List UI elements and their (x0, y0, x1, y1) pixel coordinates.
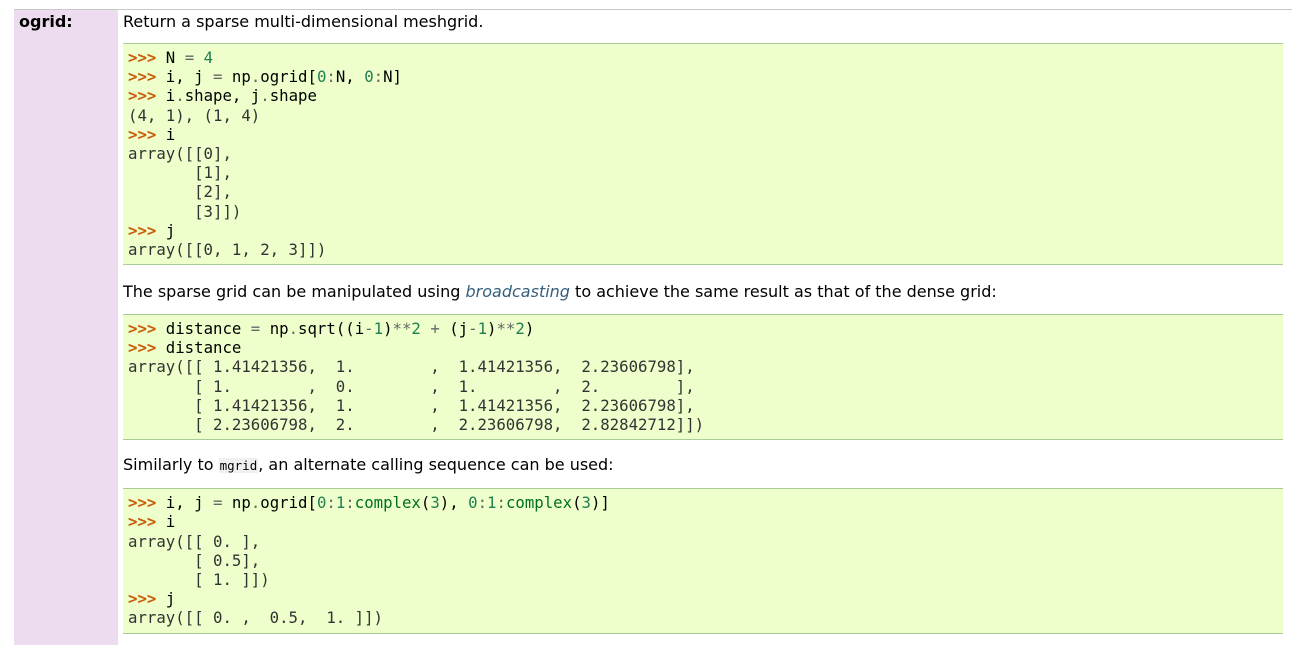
paragraph-text-after: to achieve the same result as that of th… (569, 282, 997, 302)
prompt-marker: >>> (128, 338, 157, 358)
field-name: ogrid: (19, 12, 73, 31)
field-body: Return a sparse multi-dimensional meshgr… (123, 10, 1283, 634)
code-line: [ 1. , 0. , 1. , 2. ], (128, 376, 695, 396)
prompt-marker: >>> (128, 319, 157, 339)
prompt-marker: >>> (128, 48, 157, 67)
prompt-marker: >>> (128, 67, 157, 87)
code-line: >>> j (128, 589, 176, 609)
code-example-ogrid-basic: >>> N = 4 >>> i, j = np.ogrid[0:N, 0:N] >>… (123, 43, 1283, 266)
code-example-complex-step: >>> i, j = np.ogrid[0:1:complex(3), 0:1:… (123, 488, 1283, 634)
field-name-cell: ogrid: (14, 10, 118, 645)
prompt-marker: >>> (128, 589, 157, 609)
paragraph-text-before: Similarly to (123, 455, 219, 475)
code-line: [ 2.23606798, 2. , 2.23606798, 2.8284271… (128, 415, 705, 434)
code-line: [ 0.5], (128, 550, 261, 570)
code-line: >>> i.shape, j.shape (128, 86, 317, 106)
code-line: >>> i, j = np.ogrid[0:N, 0:N] (128, 67, 402, 87)
code-line: [2], (128, 182, 232, 202)
code-line: [1], (128, 163, 232, 183)
mgrid-inline-code: mgrid (218, 458, 259, 474)
prompt-marker: >>> (128, 220, 157, 240)
prompt-marker: >>> (128, 86, 157, 106)
code-line: array([[0, 1, 2, 3]]) (128, 239, 327, 259)
code-line: >>> i, j = np.ogrid[0:1:complex(3), 0:1:… (128, 493, 610, 513)
code-line: >>> j (128, 220, 176, 240)
code-line: array([[ 1.41421356, 1. , 1.41421356, 2.… (128, 357, 695, 377)
prompt-marker: >>> (128, 512, 157, 532)
paragraph-text-after: , an alternate calling sequence can be u… (258, 455, 614, 475)
mgrid-paragraph: Similarly to mgrid, an alternate calling… (123, 454, 1283, 477)
code-line: >>> distance = np.sqrt((i-1)**2 + (j-1)*… (128, 319, 535, 339)
code-line: [3]]) (128, 201, 242, 221)
paragraph-text-before: The sparse grid can be manipulated using (123, 282, 466, 302)
code-line: >>> i (128, 512, 176, 532)
code-line: >>> N = 4 (128, 48, 214, 67)
code-line: [ 1. ]]) (128, 569, 270, 589)
prompt-marker: >>> (128, 493, 157, 513)
broadcasting-link[interactable]: broadcasting (466, 282, 570, 301)
code-line: array([[0], (128, 143, 232, 163)
code-line: array([[ 0. ], (128, 531, 261, 551)
code-line: >>> i (128, 124, 176, 144)
field-summary: Return a sparse multi-dimensional meshgr… (123, 12, 484, 31)
code-line: array([[ 0. , 0.5, 1. ]]) (128, 608, 384, 628)
code-example-distance: >>> distance = np.sqrt((i-1)**2 + (j-1)*… (123, 314, 1283, 441)
code-line: (4, 1), (1, 4) (128, 105, 261, 125)
broadcasting-paragraph: The sparse grid can be manipulated using… (123, 281, 1283, 303)
prompt-marker: >>> (128, 124, 157, 144)
code-line: [ 1.41421356, 1. , 1.41421356, 2.2360679… (128, 395, 695, 415)
code-line: >>> distance (128, 338, 242, 358)
